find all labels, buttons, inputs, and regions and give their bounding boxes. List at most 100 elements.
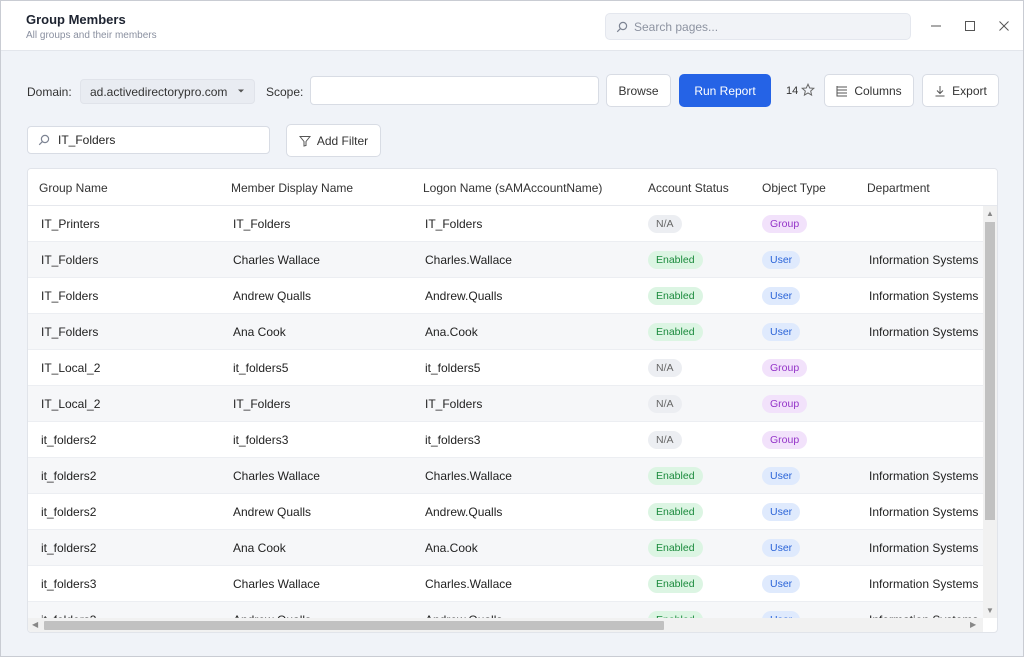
page-search[interactable]: [605, 13, 911, 40]
page-title: Group Members: [26, 12, 126, 27]
minimize-button[interactable]: [927, 17, 945, 35]
type-badge: User: [762, 323, 801, 341]
scroll-right-icon[interactable]: ▶: [970, 620, 976, 629]
table-row[interactable]: it_folders2 Andrew Qualls Andrew.Qualls Ena…: [28, 494, 983, 530]
maximize-button[interactable]: [961, 17, 979, 35]
page-search-input[interactable]: [634, 19, 884, 34]
scope-label: Scope:: [266, 85, 304, 99]
add-filter-button[interactable]: Add Filter: [286, 124, 381, 157]
column-header-logon-name[interactable]: Logon Name (sAMAccountName): [423, 181, 602, 195]
scope-input[interactable]: [310, 76, 599, 105]
domain-select[interactable]: ad.activedirectorypro.com: [80, 79, 255, 104]
cell-logon-name: it_folders3: [425, 433, 481, 447]
type-badge: User: [762, 611, 801, 618]
column-header-account-status[interactable]: Account Status: [648, 181, 729, 195]
horizontal-scroll-thumb[interactable]: [44, 621, 664, 630]
scroll-left-icon[interactable]: ◀: [32, 620, 38, 629]
column-header-department[interactable]: Department: [867, 181, 930, 195]
type-badge: User: [762, 251, 801, 269]
add-filter-label: Add Filter: [316, 133, 369, 148]
cell-group-name: it_folders2: [41, 433, 97, 447]
export-label: Export: [952, 83, 987, 98]
type-badge: Group: [762, 431, 808, 449]
table-row[interactable]: it_folders3 Charles Wallace Charles.Wallac…: [28, 566, 983, 602]
status-badge: N/A: [648, 431, 682, 449]
run-report-label: Run Report: [694, 83, 756, 98]
star-icon[interactable]: [801, 83, 815, 97]
type-badge: Group: [762, 359, 808, 377]
cell-group-name: IT_Folders: [41, 289, 99, 303]
table-row[interactable]: IT_Folders Charles Wallace Charles.Wallace…: [28, 242, 983, 278]
cell-member-name: Andrew Qualls: [233, 289, 312, 303]
type-badge: User: [762, 287, 801, 305]
table-row[interactable]: IT_Local_2 IT_Folders IT_Folders N/A Group: [28, 386, 983, 422]
type-badge: User: [762, 503, 801, 521]
columns-button[interactable]: Columns: [824, 74, 914, 107]
browse-button[interactable]: Browse: [606, 74, 671, 107]
status-badge: Enabled: [648, 575, 703, 593]
search-icon: [38, 134, 50, 146]
column-header-member-name[interactable]: Member Display Name: [231, 181, 353, 195]
status-badge: N/A: [648, 359, 682, 377]
table-row[interactable]: it_folders2 Ana Cook Ana.Cook Enabled User In…: [28, 530, 983, 566]
cell-member-name: Charles Wallace: [233, 253, 320, 267]
type-badge: User: [762, 575, 801, 593]
close-button[interactable]: [995, 17, 1013, 35]
table-row[interactable]: IT_Folders Ana Cook Ana.Cook Enabled User Inf…: [28, 314, 983, 350]
cell-department: Information Systems: [869, 541, 979, 555]
table-row[interactable]: it_folders2 Charles Wallace Charles.Wallac…: [28, 458, 983, 494]
cell-member-name: it_folders3: [233, 433, 289, 447]
column-header-object-type[interactable]: Object Type: [762, 181, 826, 195]
vertical-scroll-thumb[interactable]: [985, 222, 995, 520]
cell-group-name: IT_Folders: [41, 253, 99, 267]
cell-department: Information Systems: [869, 469, 979, 483]
columns-label: Columns: [854, 83, 902, 98]
cell-logon-name: Andrew.Qualls: [425, 289, 503, 303]
cell-logon-name: IT_Folders: [425, 217, 483, 231]
status-badge: Enabled: [648, 539, 703, 557]
cell-group-name: it_folders2: [41, 541, 97, 555]
type-badge: User: [762, 467, 801, 485]
status-badge: Enabled: [648, 467, 703, 485]
cell-logon-name: Charles.Wallace: [425, 577, 512, 591]
cell-logon-name: Ana.Cook: [425, 541, 478, 555]
cell-group-name: it_folders3: [41, 577, 97, 591]
cell-member-name: Ana Cook: [233, 541, 286, 555]
table-row[interactable]: it_folders2 it_folders3 it_folders3 N/A Grou…: [28, 422, 983, 458]
status-badge: Enabled: [648, 611, 703, 618]
cell-group-name: it_folders2: [41, 505, 97, 519]
scroll-up-icon[interactable]: ▲: [986, 209, 994, 218]
minimize-icon: [931, 25, 941, 27]
results-table: Group Name Member Display Name Logon Nam…: [27, 168, 998, 633]
table-row[interactable]: IT_Folders Andrew Qualls Andrew.Qualls Enab…: [28, 278, 983, 314]
table-row[interactable]: IT_Printers IT_Folders IT_Folders N/A Group: [28, 206, 983, 242]
table-header: Group Name Member Display Name Logon Nam…: [28, 169, 997, 206]
vertical-scrollbar[interactable]: ▲ ▼: [983, 206, 997, 618]
export-button[interactable]: Export: [922, 74, 999, 107]
cell-member-name: Charles Wallace: [233, 469, 320, 483]
cell-group-name: it_folders2: [41, 469, 97, 483]
column-header-group-name[interactable]: Group Name: [39, 181, 108, 195]
domain-label: Domain:: [27, 85, 72, 99]
horizontal-scrollbar[interactable]: ◀ ▶: [28, 618, 983, 632]
cell-member-name: it_folders5: [233, 361, 289, 375]
table-row[interactable]: IT_Local_2 it_folders5 it_folders5 N/A Group: [28, 350, 983, 386]
table-search-input[interactable]: [58, 133, 248, 147]
status-badge: Enabled: [648, 503, 703, 521]
maximize-icon: [965, 21, 975, 31]
table-row[interactable]: it_folders3Andrew QuallsAndrew.QuallsEna…: [28, 602, 983, 618]
filter-icon: [298, 135, 311, 147]
scroll-down-icon[interactable]: ▼: [986, 606, 994, 615]
status-badge: N/A: [648, 215, 682, 233]
cell-group-name: IT_Local_2: [41, 361, 101, 375]
cell-logon-name: Charles.Wallace: [425, 469, 512, 483]
cell-group-name: IT_Local_2: [41, 397, 101, 411]
favorites-count: 14: [786, 85, 799, 97]
table-body: IT_Printers IT_Folders IT_Folders N/A Group I…: [28, 206, 983, 618]
run-report-button[interactable]: Run Report: [679, 74, 771, 107]
table-search[interactable]: [27, 126, 270, 154]
type-badge: User: [762, 539, 801, 557]
cell-member-name: IT_Folders: [233, 217, 291, 231]
browse-label: Browse: [618, 83, 659, 98]
search-icon: [616, 21, 628, 32]
